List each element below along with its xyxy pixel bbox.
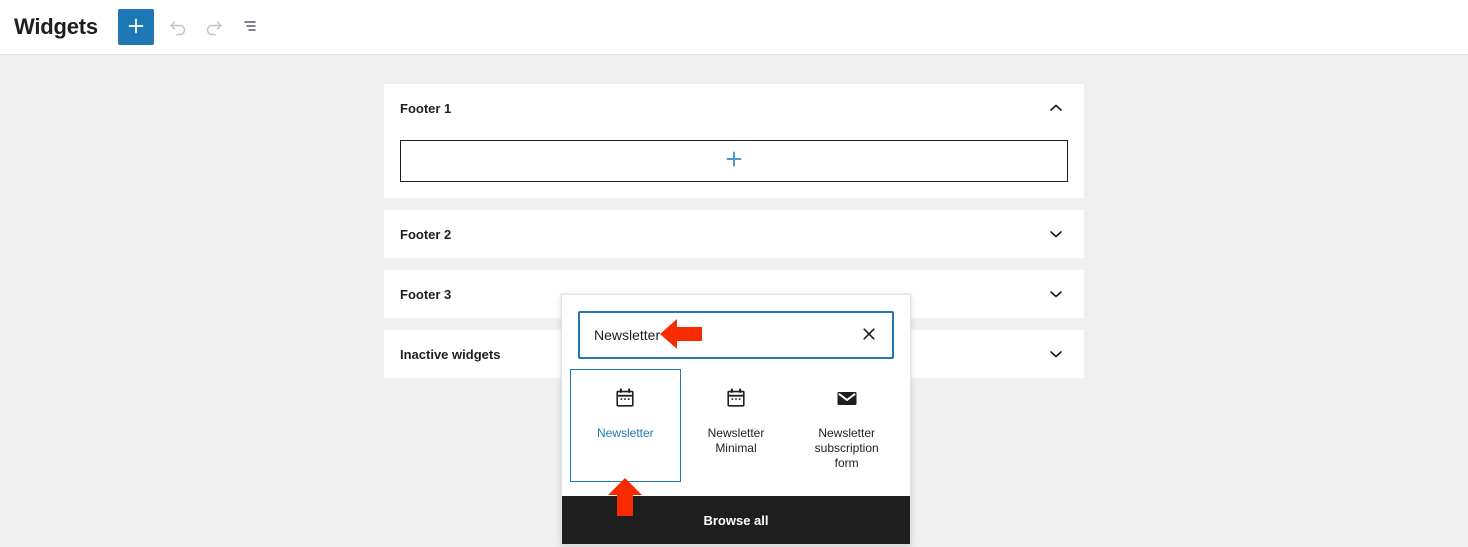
list-view-icon bbox=[240, 16, 260, 39]
list-view-button[interactable] bbox=[232, 9, 268, 45]
widget-area-title: Inactive widgets bbox=[400, 346, 501, 362]
redo-button[interactable] bbox=[196, 9, 232, 45]
widgets-canvas: Footer 1 Footer 2 Footer 3 Inactive widg… bbox=[0, 84, 1468, 547]
chevron-down-icon[interactable] bbox=[1044, 342, 1068, 366]
widget-area-title: Footer 1 bbox=[400, 100, 452, 116]
add-block-button[interactable] bbox=[117, 9, 154, 45]
block-results-grid: Newsletter Newsletter Minimal Newsletter… bbox=[562, 369, 910, 496]
block-item-label: Newsletter Minimal bbox=[707, 426, 765, 455]
widget-area-footer-2: Footer 2 bbox=[384, 210, 1084, 258]
block-item-label: Newsletter subscription form bbox=[814, 426, 879, 470]
block-inserter-popover: Newsletter Newsletter Minimal bbox=[561, 294, 911, 545]
widget-area-footer-1: Footer 1 bbox=[384, 84, 1084, 198]
undo-icon bbox=[168, 16, 188, 39]
envelope-icon bbox=[835, 384, 859, 412]
clear-search-button[interactable] bbox=[852, 318, 886, 352]
calendar-icon bbox=[614, 384, 636, 412]
calendar-icon bbox=[725, 384, 747, 412]
page-title: Widgets bbox=[14, 14, 98, 39]
undo-button[interactable] bbox=[160, 9, 196, 45]
browse-all-button[interactable]: Browse all bbox=[562, 496, 910, 544]
block-item-newsletter-subscription-form[interactable]: Newsletter subscription form bbox=[791, 369, 902, 482]
plus-icon bbox=[724, 149, 744, 174]
widget-area-header[interactable]: Footer 1 bbox=[384, 84, 1084, 132]
chevron-up-icon[interactable] bbox=[1044, 96, 1068, 120]
search-box[interactable] bbox=[578, 311, 894, 359]
block-item-label: Newsletter bbox=[596, 426, 654, 440]
widget-area-body bbox=[384, 132, 1084, 198]
chevron-down-icon[interactable] bbox=[1044, 282, 1068, 306]
widget-area-title: Footer 2 bbox=[400, 226, 452, 242]
inserter-search-container bbox=[562, 295, 910, 369]
block-appender-button[interactable] bbox=[400, 140, 1068, 182]
redo-icon bbox=[204, 16, 224, 39]
plus-icon bbox=[127, 17, 145, 38]
chevron-down-icon[interactable] bbox=[1044, 222, 1068, 246]
widget-area-title: Footer 3 bbox=[400, 286, 452, 302]
block-item-newsletter-minimal[interactable]: Newsletter Minimal bbox=[681, 369, 792, 482]
editor-header: Widgets bbox=[0, 0, 1468, 55]
close-icon bbox=[861, 326, 877, 345]
block-item-newsletter[interactable]: Newsletter bbox=[570, 369, 681, 482]
search-input[interactable] bbox=[580, 327, 852, 343]
widget-area-header[interactable]: Footer 2 bbox=[384, 210, 1084, 258]
